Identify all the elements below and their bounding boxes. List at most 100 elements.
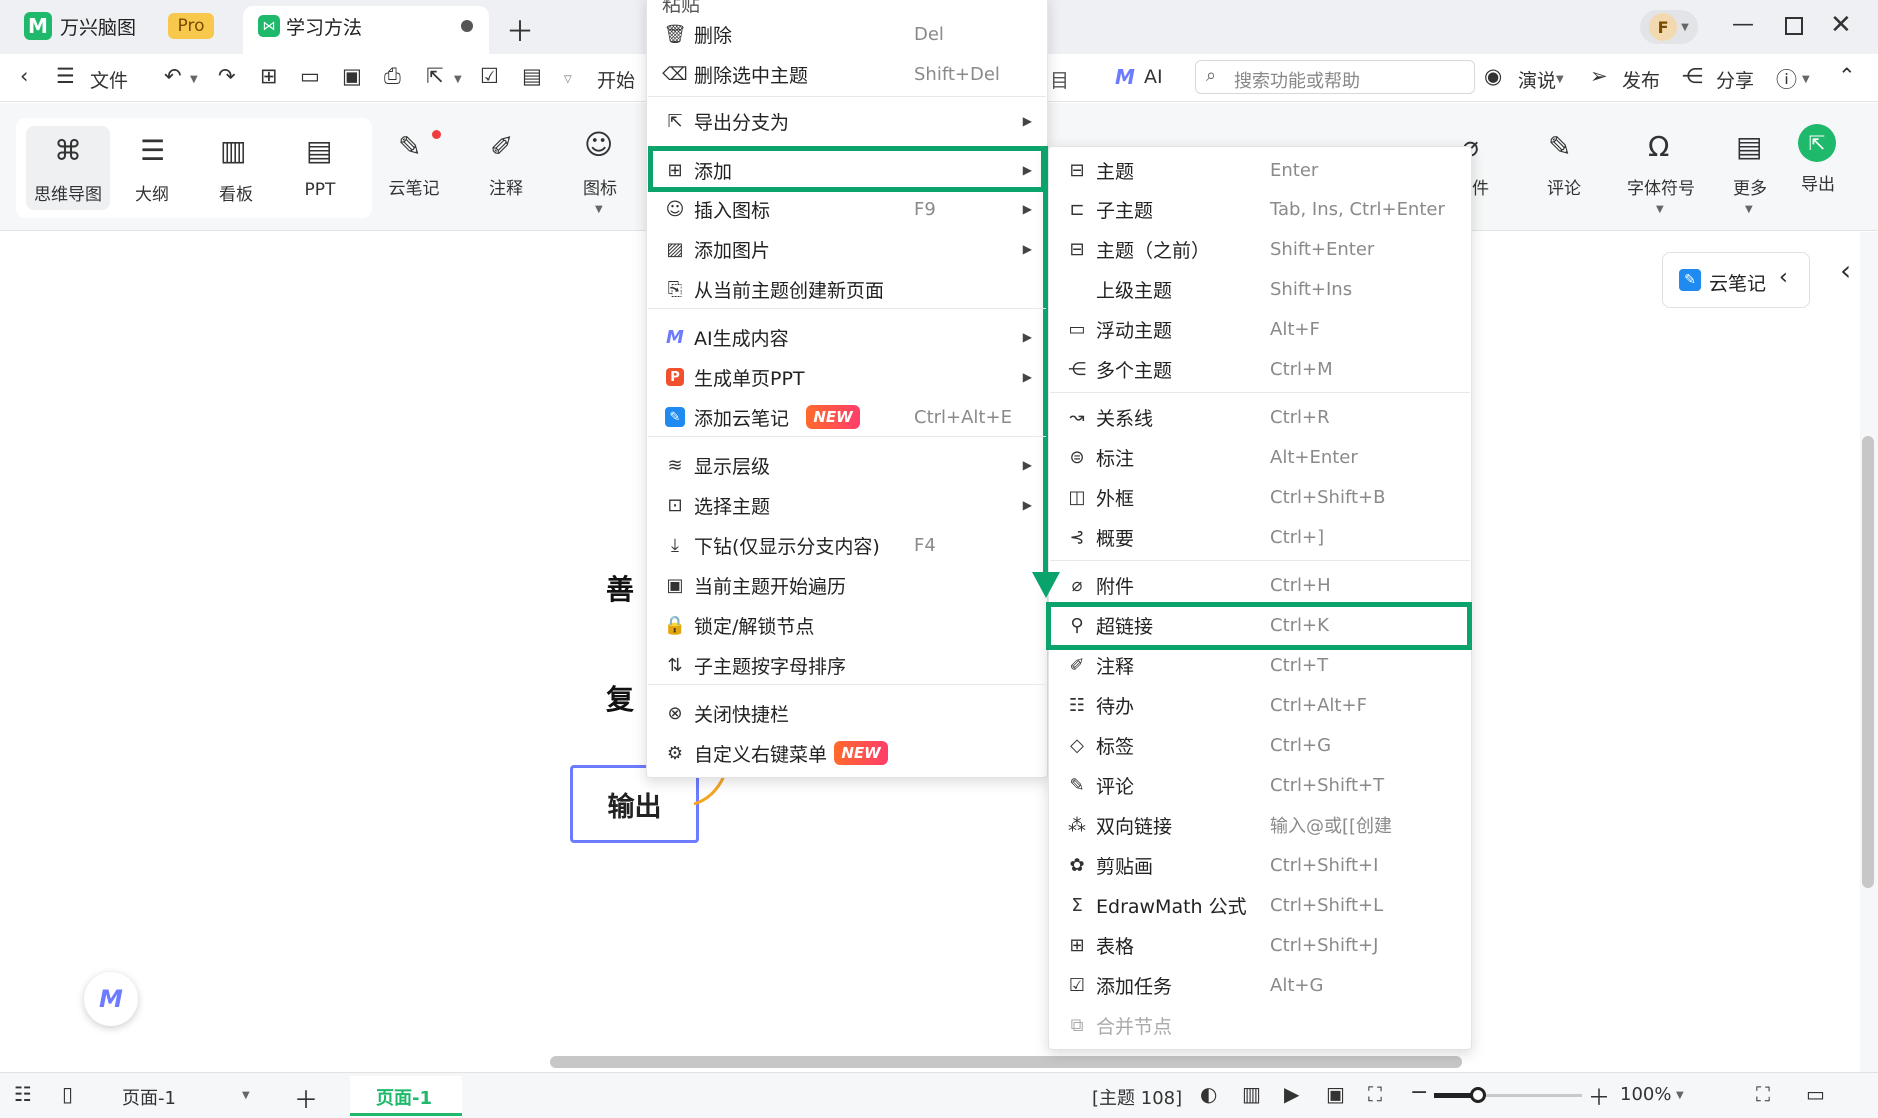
menu-icon[interactable]: ☰ bbox=[56, 64, 75, 88]
add-submenu-item[interactable]: ⊟ 主题（之前） Shift+Enter bbox=[1050, 229, 1470, 269]
context-menu-item[interactable]: P 生成单页PPT ▶ bbox=[648, 357, 1046, 397]
help-dropdown-icon[interactable]: ▼ bbox=[1802, 74, 1810, 85]
redo-icon[interactable]: ↷ bbox=[218, 64, 236, 88]
theme-icon[interactable]: ◐ bbox=[1200, 1082, 1217, 1106]
context-menu-item[interactable]: ☺ 插入图标 F9 ▶ bbox=[648, 189, 1046, 229]
annotation-ribbon-button[interactable]: ✐ 注释 bbox=[468, 126, 544, 216]
add-submenu-item[interactable]: ✎ 评论 Ctrl+Shift+T bbox=[1050, 765, 1470, 805]
context-menu-item[interactable]: ⊡ 选择主题 ▶ bbox=[648, 485, 1046, 525]
panel-toggle-icon[interactable]: ▭ bbox=[1806, 1082, 1825, 1106]
zoom-in-icon[interactable]: ＋ bbox=[1588, 1080, 1610, 1112]
context-menu-item[interactable]: ✎ 添加云笔记 Ctrl+Alt+E NEW bbox=[648, 397, 1046, 437]
vertical-scroll-thumb[interactable] bbox=[1862, 436, 1874, 888]
file-menu[interactable]: 文件 bbox=[90, 66, 128, 93]
save-as-icon[interactable]: ▤ bbox=[522, 64, 542, 88]
print-icon[interactable]: ⎙ bbox=[384, 64, 401, 89]
page-select[interactable]: 页面-1 ▼ bbox=[110, 1078, 258, 1112]
zoom-dropdown-icon[interactable]: ▼ bbox=[1676, 1090, 1684, 1101]
page-panel-icon[interactable]: ▯ bbox=[62, 1082, 73, 1106]
context-menu-item[interactable]: ⇱ 导出分支为 ▶ bbox=[648, 101, 1046, 141]
context-menu-item[interactable]: ▣ 当前主题开始遍历 bbox=[648, 565, 1046, 605]
side-panel-toggle-icon[interactable]: ‹ bbox=[1840, 254, 1851, 287]
topic-node-partial-2[interactable]: 复 bbox=[606, 678, 634, 718]
add-submenu-item[interactable]: ⊞ 表格 Ctrl+Shift+J bbox=[1050, 925, 1470, 965]
unsaved-dot-icon[interactable] bbox=[461, 20, 473, 32]
add-submenu-item[interactable]: ⊜ 标注 Alt+Enter bbox=[1050, 437, 1470, 477]
zoom-out-icon[interactable]: − bbox=[1410, 1080, 1428, 1105]
user-avatar[interactable]: F ▼ bbox=[1640, 10, 1698, 44]
context-menu-item[interactable]: ⌫ 删除选中主题 Shift+Del bbox=[648, 54, 1046, 94]
share-button[interactable]: 分享 bbox=[1716, 66, 1754, 93]
context-menu-item[interactable]: ⎘ 从当前主题创建新页面 bbox=[648, 269, 1046, 309]
context-menu-item[interactable]: ▨ 添加图片 ▶ bbox=[648, 229, 1046, 269]
add-submenu-item[interactable]: Σ EdrawMath 公式 Ctrl+Shift+L bbox=[1050, 885, 1470, 925]
pro-badge[interactable]: Pro bbox=[168, 13, 214, 39]
check-icon[interactable]: ☑ bbox=[480, 64, 499, 88]
add-page-icon[interactable]: ＋ bbox=[294, 1080, 318, 1115]
topic-node-partial-1[interactable]: 善 bbox=[606, 568, 634, 608]
add-submenu-item[interactable]: ⁂ 双向链接 输入@或[[创建 bbox=[1050, 805, 1470, 845]
export-ribbon-button[interactable]: ⇱ 导出 bbox=[1780, 122, 1856, 212]
search-box[interactable]: ⌕ 搜索功能或帮助 bbox=[1195, 60, 1475, 94]
start-tab[interactable]: 开始 bbox=[597, 66, 635, 93]
tab-partial[interactable]: 目 bbox=[1050, 66, 1069, 93]
help-icon[interactable]: ⓘ bbox=[1776, 64, 1797, 94]
add-submenu-item[interactable]: ⊰ 概要 Ctrl+] bbox=[1050, 517, 1470, 557]
collapse-toolbar-icon[interactable]: ⌃ bbox=[1838, 64, 1856, 88]
add-submenu-item[interactable]: ▭ 浮动主题 Alt+F bbox=[1050, 309, 1470, 349]
add-submenu-item[interactable]: ⊟ 主题 Enter bbox=[1050, 150, 1470, 190]
context-menu-item[interactable]: M AI生成内容 ▶ bbox=[648, 317, 1046, 357]
add-submenu-item[interactable]: ◇ 标签 Ctrl+G bbox=[1050, 725, 1470, 765]
view-mindmap-button[interactable]: ⌘ 思维导图 bbox=[26, 126, 110, 210]
search-input[interactable]: 搜索功能或帮助 bbox=[1234, 67, 1360, 93]
context-menu-item[interactable]: ≋ 显示层级 ▶ bbox=[648, 445, 1046, 485]
share-icon[interactable]: ⋲ bbox=[1682, 64, 1703, 88]
outline-panel-icon[interactable]: ☷ bbox=[14, 1082, 32, 1106]
add-submenu-item[interactable]: ☑ 添加任务 Alt+G bbox=[1050, 965, 1470, 1005]
context-menu-item[interactable]: 🗑 删除 Del bbox=[648, 14, 1046, 54]
add-submenu-item[interactable]: ◫ 外框 Ctrl+Shift+B bbox=[1050, 477, 1470, 517]
minimize-icon[interactable]: — bbox=[1732, 12, 1754, 37]
zoom-level[interactable]: 100% bbox=[1620, 1084, 1671, 1105]
undo-dropdown-icon[interactable]: ▼ bbox=[190, 74, 198, 85]
more-tools-icon[interactable]: ▽ bbox=[564, 74, 572, 85]
more-ribbon-button[interactable]: ▤ 更多 ▼ bbox=[1712, 126, 1788, 216]
new-file-icon[interactable]: ⊞ bbox=[260, 64, 278, 88]
context-menu-item[interactable]: ⊗ 关闭快捷栏 bbox=[648, 693, 1046, 733]
present-button[interactable]: 演说 bbox=[1518, 66, 1556, 93]
export-icon[interactable]: ⇱ bbox=[426, 64, 444, 88]
ai-assistant-button[interactable]: M bbox=[84, 972, 138, 1026]
add-submenu-item[interactable]: ☷ 待办 Ctrl+Alt+F bbox=[1050, 685, 1470, 725]
back-icon[interactable]: ‹ bbox=[20, 64, 28, 88]
add-submenu-item[interactable]: ⋲ 多个主题 Ctrl+M bbox=[1050, 349, 1470, 389]
context-menu-item[interactable]: ⊞ 添加 ▶ bbox=[648, 150, 1046, 190]
icon-ribbon-button[interactable]: ☺ 图标 ▼ bbox=[562, 126, 638, 216]
publish-icon[interactable]: ➢ bbox=[1590, 64, 1608, 88]
maximize-icon[interactable] bbox=[1785, 17, 1803, 35]
view-ppt-button[interactable]: ▤ PPT bbox=[278, 126, 362, 210]
view-outline-button[interactable]: ☰ 大纲 bbox=[110, 126, 194, 210]
new-tab-plus-icon[interactable]: ＋ bbox=[506, 10, 534, 50]
add-submenu-item[interactable]: ✐ 注释 Ctrl+T bbox=[1050, 645, 1470, 685]
cloud-note-ribbon-button[interactable]: ✎ 云笔记 bbox=[376, 126, 452, 216]
undo-icon[interactable]: ↶ bbox=[164, 64, 182, 88]
fit-page-icon[interactable]: ▣ bbox=[1326, 1082, 1345, 1106]
open-folder-icon[interactable]: ▭ bbox=[300, 64, 320, 88]
fullscreen-icon[interactable]: ⛶ bbox=[1756, 1082, 1770, 1106]
export-dropdown-icon[interactable]: ▼ bbox=[454, 74, 462, 85]
add-submenu-item[interactable]: ↝ 关系线 Ctrl+R bbox=[1050, 397, 1470, 437]
context-menu-item[interactable]: ⇅ 子主题按字母排序 bbox=[648, 645, 1046, 685]
publish-button[interactable]: 发布 bbox=[1622, 66, 1660, 93]
close-window-icon[interactable]: ✕ bbox=[1830, 10, 1852, 40]
ai-button[interactable]: AI bbox=[1144, 66, 1163, 88]
fit-screen-icon[interactable]: ⛶ bbox=[1368, 1082, 1382, 1106]
tab-page-1[interactable]: 页面-1 bbox=[350, 1076, 462, 1116]
horizontal-scroll-thumb[interactable] bbox=[550, 1056, 1462, 1068]
play-icon[interactable]: ▶ bbox=[1284, 1082, 1299, 1106]
present-dropdown-icon[interactable]: ▼ bbox=[1556, 74, 1564, 85]
font-symbol-ribbon-button[interactable]: Ω 字体符号 ▼ bbox=[1614, 126, 1708, 216]
add-submenu-item[interactable]: ✿ 剪贴画 Ctrl+Shift+I bbox=[1050, 845, 1470, 885]
comment-ribbon-button[interactable]: ✎ 评论 bbox=[1526, 126, 1602, 216]
context-menu-item[interactable]: 🔒 锁定/解锁节点 bbox=[648, 605, 1046, 645]
cloud-note-panel-button[interactable]: ✎ 云笔记 ‹ bbox=[1662, 252, 1810, 308]
